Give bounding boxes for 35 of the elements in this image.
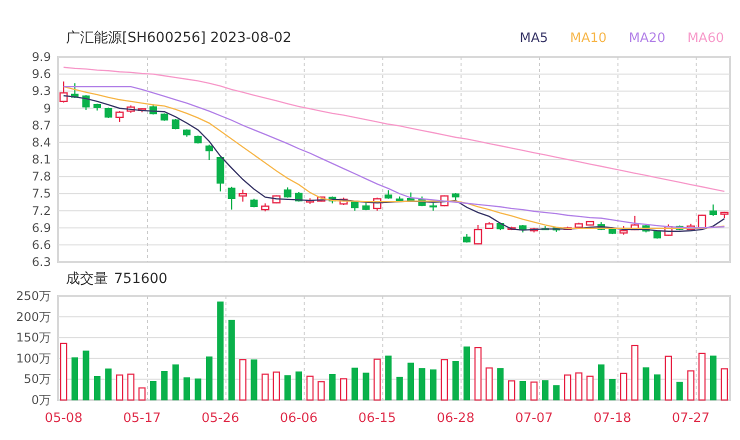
- legend-label: MA10: [570, 30, 607, 46]
- axis-label: 6.6: [32, 238, 51, 252]
- axis-label: 200万: [16, 310, 51, 324]
- axis-label: 50万: [24, 372, 51, 386]
- legend-label: MA20: [628, 30, 666, 46]
- date-label: 06-28: [436, 411, 474, 426]
- axis-label: 9.9: [32, 50, 51, 64]
- axis-label: 8.1: [32, 152, 51, 166]
- date-label: 06-06: [280, 411, 318, 426]
- legend-label: MA5: [520, 30, 548, 46]
- axis-label: 9.6: [32, 67, 51, 82]
- axis-label: 7.8: [32, 170, 51, 184]
- axis-label: 6.3: [32, 255, 51, 268]
- axis-label: 9: [43, 101, 51, 116]
- axis-label: 8.7: [32, 118, 51, 132]
- date-label: 06-15: [358, 411, 396, 426]
- date-label: 07-27: [672, 411, 710, 426]
- axis-label: 0万: [31, 393, 51, 407]
- date-label: 05-17: [123, 411, 161, 426]
- legend-label: MA60: [687, 30, 724, 46]
- axis-label: 100万: [16, 351, 51, 366]
- axis-label: 7.2: [32, 204, 51, 218]
- axis-label: 8.4: [32, 135, 51, 150]
- axis-label: 7.5: [32, 186, 51, 201]
- volume-label: 成交量: [66, 270, 108, 288]
- date-label: 07-07: [515, 411, 553, 426]
- chart-title: 广汇能源[SH600256] 2023-08-02: [66, 29, 293, 47]
- axis-label: 150万: [16, 330, 51, 345]
- date-label: 05-08: [44, 411, 82, 426]
- axis-label: 250万: [16, 290, 51, 303]
- axis-label: 6.9: [32, 220, 51, 235]
- date-label: 05-26: [202, 411, 240, 426]
- volume-value: 751600: [114, 271, 168, 287]
- axis-label: 9.3: [32, 84, 51, 98]
- date-label: 07-18: [594, 411, 632, 426]
